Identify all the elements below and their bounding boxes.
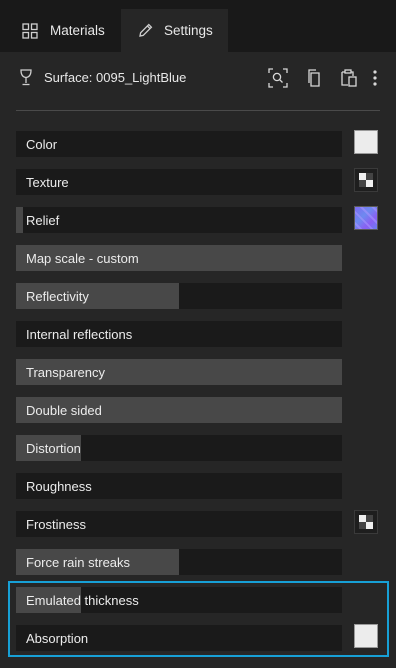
more-button[interactable] (366, 67, 384, 89)
property-label: Color (26, 137, 58, 152)
property-slider[interactable]: Reflectivity (16, 283, 342, 309)
texture-swatch[interactable] (354, 510, 378, 534)
paste-icon (341, 69, 357, 87)
property-label: Relief (26, 213, 60, 228)
property-label: Roughness (26, 479, 92, 494)
surface-header: Surface: 0095_LightBlue (0, 52, 396, 104)
property-label: Distortion (26, 441, 81, 456)
copy-button[interactable] (304, 67, 326, 89)
property-slider[interactable]: Texture (16, 169, 342, 195)
tab-materials-label: Materials (50, 23, 105, 38)
surface-label: Surface: 0095_LightBlue (44, 70, 187, 85)
property-slider[interactable]: Color (16, 131, 342, 157)
checker-icon (359, 515, 373, 529)
property-label: Internal reflections (26, 327, 133, 342)
property-label: Reflectivity (26, 289, 89, 304)
property-slider[interactable]: Distortion (16, 435, 342, 461)
paste-button[interactable] (338, 67, 360, 89)
property-slider[interactable]: Map scale - custom (16, 245, 342, 271)
goblet-icon (20, 69, 32, 86)
grid-icon (22, 22, 38, 39)
color-swatch[interactable] (354, 130, 378, 154)
property-slider[interactable]: Force rain streaks (16, 549, 342, 575)
property-slider[interactable]: Roughness (16, 473, 342, 499)
property-label: Map scale - custom (26, 251, 139, 266)
property-slider[interactable]: Transparency (16, 359, 342, 385)
tab-materials[interactable]: Materials (0, 9, 121, 52)
property-slider[interactable]: Frostiness (16, 511, 342, 537)
slider-fill (16, 207, 23, 233)
checker-icon (359, 173, 373, 187)
zoom-select-icon (268, 68, 288, 88)
property-label: Texture (26, 175, 69, 190)
property-label: Transparency (26, 365, 105, 380)
property-slider[interactable]: Double sided (16, 397, 342, 423)
zoom-select-button[interactable] (267, 67, 289, 89)
normal-map-swatch[interactable] (354, 206, 378, 230)
copy-icon (308, 69, 320, 87)
texture-swatch[interactable] (354, 168, 378, 192)
divider (16, 110, 380, 111)
property-label: Double sided (26, 403, 102, 418)
property-slider[interactable]: Internal reflections (16, 321, 342, 347)
property-label: Frostiness (26, 517, 86, 532)
tab-settings-label: Settings (164, 23, 213, 38)
tab-settings[interactable]: Settings (121, 9, 228, 52)
selection-highlight (8, 581, 389, 657)
property-label: Force rain streaks (26, 555, 131, 570)
property-slider[interactable]: Relief (16, 207, 342, 233)
more-vertical-icon (373, 70, 377, 86)
pencil-icon (139, 23, 153, 37)
